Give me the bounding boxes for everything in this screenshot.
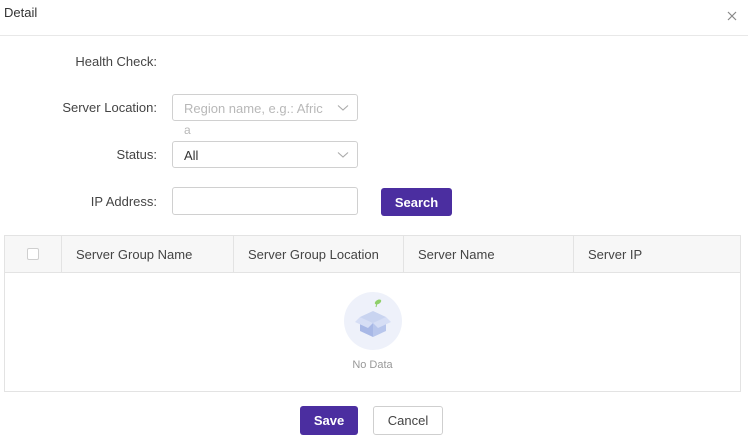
column-header-server-ip[interactable]: Server IP <box>573 236 740 272</box>
status-select[interactable]: All <box>172 141 358 168</box>
empty-box-icon <box>344 292 402 350</box>
detail-dialog: Detail Health Check: Server Location: Re… <box>0 0 748 441</box>
status-label: Status: <box>116 147 157 162</box>
dialog-title: Detail <box>4 5 38 20</box>
close-button[interactable] <box>723 7 741 25</box>
status-selected-value: All <box>184 148 199 163</box>
cancel-button[interactable]: Cancel <box>373 406 443 435</box>
select-all-cell <box>5 236 61 272</box>
ip-address-input[interactable] <box>172 187 358 215</box>
health-check-label: Health Check: <box>75 54 157 69</box>
empty-state: No Data <box>5 273 740 391</box>
chevron-down-icon <box>337 152 349 158</box>
column-header-server-group-location[interactable]: Server Group Location <box>233 236 403 272</box>
server-table: Server Group Name Server Group Location … <box>4 235 741 392</box>
table-header: Server Group Name Server Group Location … <box>5 236 740 273</box>
empty-state-text: No Data <box>352 359 393 371</box>
column-header-server-group-name[interactable]: Server Group Name <box>61 236 233 272</box>
ip-address-label: IP Address: <box>90 194 157 209</box>
server-location-label: Server Location: <box>62 100 157 115</box>
close-icon <box>727 11 737 21</box>
server-location-placeholder-wrap: a <box>184 123 191 137</box>
save-button[interactable]: Save <box>300 406 358 435</box>
chevron-down-icon <box>337 105 349 111</box>
search-button[interactable]: Search <box>381 188 452 216</box>
dialog-header: Detail <box>0 0 748 36</box>
server-location-placeholder: Region name, e.g.: Afric <box>184 101 323 116</box>
select-all-checkbox[interactable] <box>27 248 39 260</box>
server-location-select[interactable]: Region name, e.g.: Afric <box>172 94 358 121</box>
column-header-server-name[interactable]: Server Name <box>403 236 573 272</box>
